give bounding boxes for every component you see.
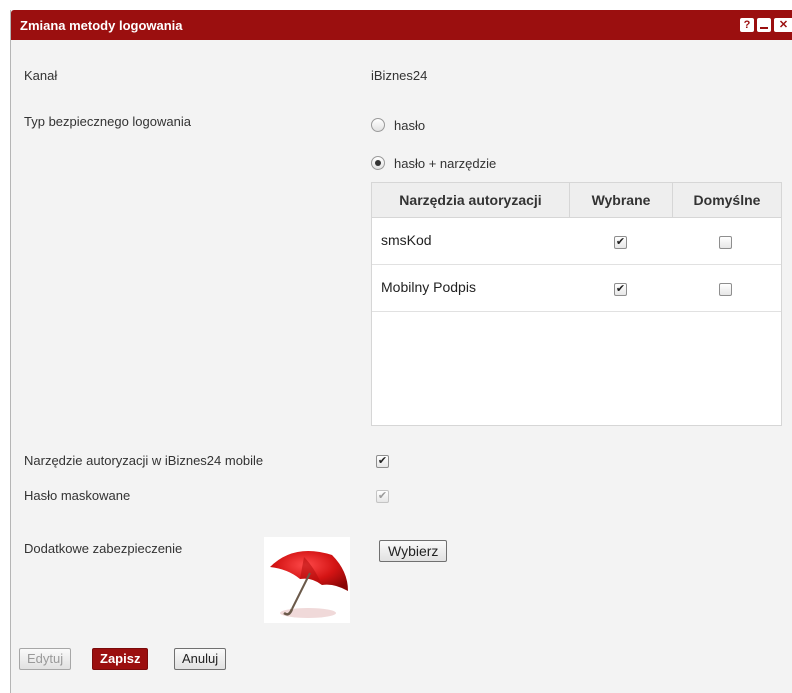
masked-password-checkbox: ✔ (376, 490, 389, 503)
auth-tools-table: Narzędzia autoryzacji Wybrane Domyślne s… (371, 182, 782, 426)
minimize-icon[interactable] (757, 18, 771, 32)
header-tool-name: Narzędzia autoryzacji (372, 183, 570, 217)
default-checkbox[interactable] (719, 236, 732, 249)
header-default: Domyślne (693, 192, 761, 208)
table-row: smsKod ✔ (372, 218, 781, 265)
password-tool-radio[interactable] (371, 156, 385, 170)
default-checkbox[interactable] (719, 283, 732, 296)
dialog-title: Zmiana metody logowania (20, 18, 183, 33)
save-button[interactable]: Zapisz (92, 648, 149, 670)
mobile-tool-checkbox[interactable]: ✔ (376, 455, 389, 468)
choose-button[interactable]: Wybierz (379, 540, 448, 562)
tool-name: smsKod (381, 232, 432, 248)
channel-label: Kanał (24, 68, 58, 83)
dialog-titlebar[interactable]: Zmiana metody logowania ? ✕ (11, 10, 792, 40)
channel-value: iBiznes24 (371, 68, 428, 83)
edit-button[interactable]: Edytuj (19, 648, 72, 670)
close-icon[interactable]: ✕ (774, 18, 792, 32)
selected-checkbox[interactable]: ✔ (614, 283, 627, 296)
auth-table-header: Narzędzia autoryzacji Wybrane Domyślne (372, 183, 781, 218)
help-icon[interactable]: ? (740, 18, 754, 32)
header-selected: Wybrane (570, 183, 673, 217)
extra-security-label: Dodatkowe zabezpieczenie (24, 541, 183, 556)
umbrella-icon (264, 537, 350, 623)
mobile-tool-label: Narzędzie autoryzacji w iBiznes24 mobile (24, 453, 264, 468)
password-radio[interactable] (371, 118, 385, 132)
login-method-dialog: Zmiana metody logowania ? ✕ Kanał iBizne… (10, 10, 792, 693)
tool-name: Mobilny Podpis (381, 279, 476, 295)
password-radio-label: hasło (394, 118, 426, 133)
cancel-button[interactable]: Anuluj (174, 648, 227, 670)
password-tool-radio-label: hasło + narzędzie (394, 156, 497, 171)
selected-checkbox[interactable]: ✔ (614, 236, 627, 249)
login-type-label: Typ bezpiecznego logowania (24, 114, 191, 129)
table-row: Mobilny Podpis ✔ (372, 265, 781, 312)
masked-password-label: Hasło maskowane (24, 488, 131, 503)
